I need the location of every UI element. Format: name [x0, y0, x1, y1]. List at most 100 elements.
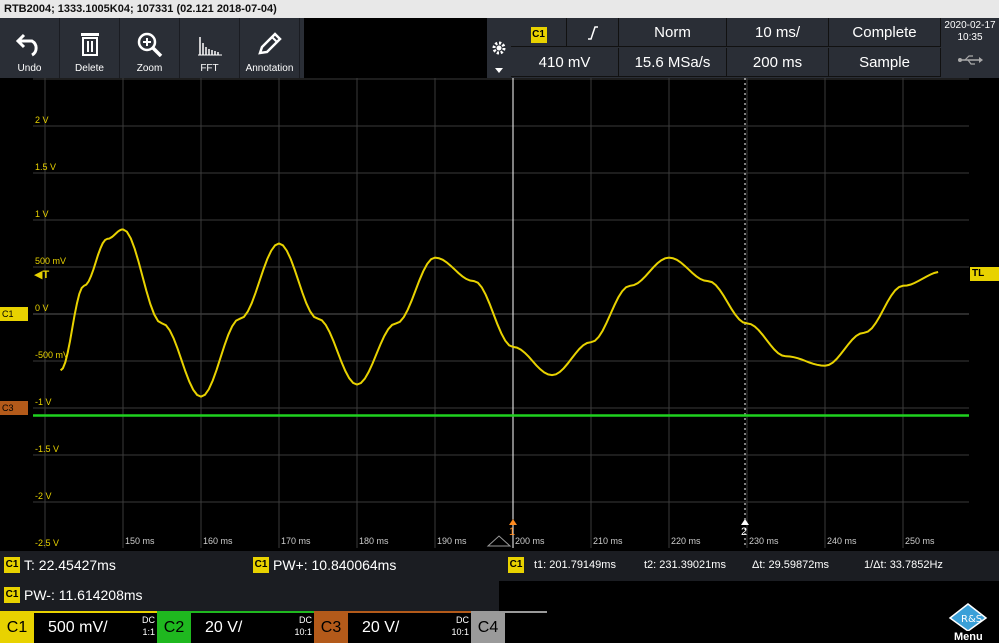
x-axis-label: 160 ms — [203, 536, 233, 546]
meas-chip-2: C1 — [253, 557, 269, 573]
trigger-source-cell[interactable]: C1 — [511, 18, 567, 47]
cursor-t1: t1: 201.79149ms — [534, 559, 616, 571]
period-measurement: T: 22.45427ms — [24, 557, 116, 573]
x-axis-label: 150 ms — [125, 536, 155, 546]
c1-waveform — [59, 228, 939, 398]
acquisition-state[interactable]: Complete — [829, 18, 941, 47]
trash-icon — [80, 33, 99, 56]
y-axis-label: -1.5 V — [35, 444, 59, 454]
c3-level-marker[interactable]: C3 — [0, 401, 28, 415]
cursor-delta-t: Δt: 29.59872ms — [752, 559, 830, 571]
y-axis-label: 1.5 V — [35, 162, 56, 172]
annotation-button[interactable]: Annotation — [240, 18, 300, 78]
cursor-2-arrow-icon — [741, 519, 749, 525]
record-time[interactable]: 200 ms — [727, 48, 829, 77]
channel-c3-tag: C3 — [314, 613, 348, 643]
c1-level-marker[interactable]: C1 — [0, 307, 28, 321]
y-axis-label: 2 V — [35, 115, 49, 125]
cursor-t2: t2: 231.39021ms — [644, 559, 726, 571]
trigger-slope-cell[interactable] — [567, 18, 619, 47]
sample-rate[interactable]: 15.6 MSa/s — [619, 48, 727, 77]
waveform-display[interactable]: 2 V 1.5 V 1 V 500 mV 0 V -500 mV -1 V -1.5 V -2 … — [33, 78, 969, 548]
channel-c2-coupling: DC 10:1 — [294, 615, 312, 637]
channel-c1-tag: C1 — [0, 613, 34, 643]
c1-marker-text: C1 — [2, 309, 14, 319]
acquisition-mode[interactable]: Sample — [829, 48, 941, 77]
y-axis-label: 500 mV — [35, 256, 66, 266]
time-text: 10:35 — [957, 32, 983, 43]
trigger-position-icon — [486, 535, 512, 547]
cursor-chip: C1 — [508, 557, 524, 573]
x-axis-label: 240 ms — [827, 536, 857, 546]
trigger-level-text: T — [42, 269, 50, 281]
trigger-level-marker[interactable]: ◀T — [34, 268, 49, 281]
svg-text:R&S: R&S — [961, 614, 982, 625]
gear-icon — [492, 41, 506, 55]
menu-button[interactable]: R&S Menu — [944, 603, 996, 643]
channel-c3-scale: 20 V/ — [362, 619, 400, 636]
usb-icon — [958, 55, 983, 65]
zoom-label: Zoom — [136, 63, 163, 74]
channel-c3-coupling: DC 10:1 — [451, 615, 469, 637]
y-axis-label: 1 V — [35, 209, 49, 219]
x-axis-label: 180 ms — [359, 536, 389, 546]
annotation-label: Annotation — [245, 63, 294, 74]
cursor-1-arrow-icon — [509, 519, 517, 525]
x-axis-label: 170 ms — [281, 536, 311, 546]
x-axis-label: 250 ms — [905, 536, 935, 546]
menu-label: Menu — [954, 631, 983, 643]
x-axis-labels: 150 ms 160 ms 170 ms 180 ms 190 ms 200 ms 210 … — [125, 536, 935, 546]
trigger-level[interactable]: 410 mV — [511, 48, 619, 77]
timebase[interactable]: 10 ms/ — [727, 18, 829, 47]
undo-icon — [15, 33, 38, 57]
settings-button[interactable] — [487, 18, 511, 78]
toolbar: Undo Delete Zoom FFT Annotation — [0, 18, 304, 78]
undo-label: Undo — [17, 63, 42, 74]
datetime-box: 2020-02-17 10:35 — [941, 18, 999, 78]
cursor-2-label: 2 — [741, 526, 747, 538]
rs-logo-icon: R&S — [948, 603, 988, 631]
channel-c4[interactable]: C4 — [471, 611, 547, 643]
meas-chip-1: C1 — [4, 557, 20, 573]
cursor-inverse-delta-t: 1/Δt: 33.7852Hz — [864, 559, 943, 571]
trigger-mode[interactable]: Norm — [619, 18, 727, 47]
grid — [33, 78, 969, 548]
x-axis-label: 210 ms — [593, 536, 623, 546]
delete-button[interactable]: Delete — [60, 18, 120, 78]
y-axis-label: 0 V — [35, 303, 49, 313]
y-axis-labels: 2 V 1.5 V 1 V 500 mV 0 V -500 mV -1 V -1.5 V -2 … — [35, 115, 69, 548]
pen-icon — [257, 32, 282, 55]
x-axis-label: 200 ms — [515, 536, 545, 546]
fft-button[interactable]: FFT — [180, 18, 240, 78]
pw-positive-measurement: PW+: 10.840064ms — [273, 557, 397, 573]
y-axis-label: -500 mV — [35, 350, 69, 360]
channel-c1[interactable]: C1 500 mV/ DC 1:1 — [0, 611, 157, 643]
c3-marker-text: C3 — [2, 403, 14, 413]
channel-bar: C1 500 mV/ DC 1:1 C2 20 V/ DC 10:1 C3 20 V… — [0, 603, 999, 643]
delete-label: Delete — [75, 63, 104, 74]
pw-negative-measurement: PW-: 11.614208ms — [24, 587, 143, 603]
trigger-panel: C1 Norm 10 ms/ Complete 410 mV 15.6 MSa/… — [511, 18, 941, 78]
channel-c1-coupling: DC 1:1 — [142, 615, 155, 637]
channel-c2-scale: 20 V/ — [205, 619, 243, 636]
y-axis-label: -2.5 V — [35, 538, 59, 548]
x-axis-label: 190 ms — [437, 536, 467, 546]
channel-c1-scale: 500 mV/ — [48, 619, 108, 636]
cursor-readout-panel: C1 t1: 201.79149ms t2: 231.39021ms Δt: 2… — [499, 551, 999, 581]
fft-icon — [197, 37, 222, 56]
fft-label: FFT — [200, 63, 219, 74]
channel-c4-tag: C4 — [471, 613, 505, 643]
zoom-button[interactable]: Zoom — [120, 18, 180, 78]
y-axis-label: -1 V — [35, 397, 52, 407]
x-axis-label: 230 ms — [749, 536, 779, 546]
channel-c3[interactable]: C3 20 V/ DC 10:1 — [314, 611, 471, 643]
x-axis-label: 220 ms — [671, 536, 701, 546]
date-text: 2020-02-17 — [944, 20, 996, 31]
channel-c2[interactable]: C2 20 V/ DC 10:1 — [157, 611, 314, 643]
zoom-icon — [137, 32, 162, 57]
undo-button[interactable]: Undo — [0, 18, 60, 78]
trigger-tag-text: TL — [972, 268, 985, 279]
channel-c2-tag: C2 — [157, 613, 191, 643]
meas-chip-3: C1 — [4, 587, 20, 603]
trigger-level-tag[interactable]: TL — [970, 267, 999, 281]
